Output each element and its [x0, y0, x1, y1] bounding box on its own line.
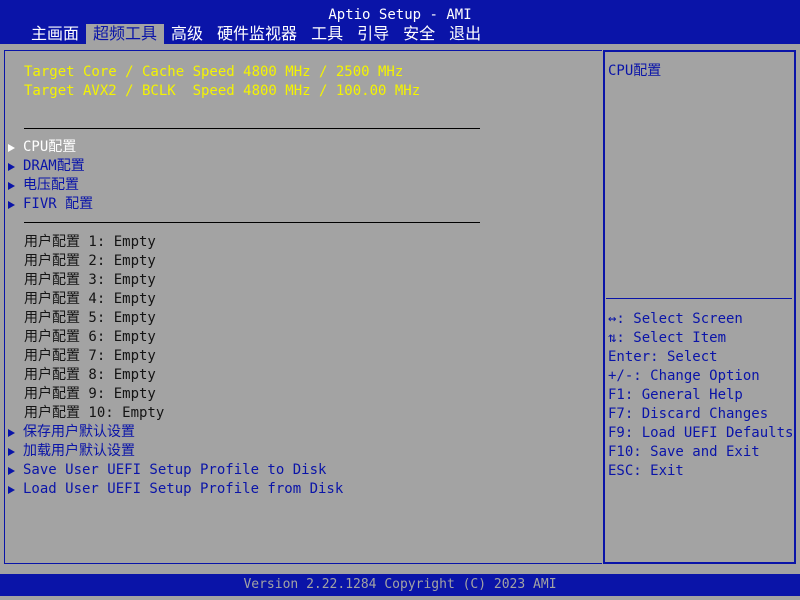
tab-security[interactable]: 安全 — [396, 24, 442, 44]
help-description: CPU配置 — [608, 63, 662, 79]
help-panel — [603, 50, 796, 564]
save-profile-to-disk[interactable]: Save User UEFI Setup Profile to Disk — [8, 461, 326, 480]
user-profile-3: 用户配置 3: Empty — [24, 272, 156, 288]
submenu-arrow-icon — [8, 181, 15, 190]
key-hint-enter: Enter: Select — [608, 349, 718, 365]
tab-advanced[interactable]: 高级 — [164, 24, 210, 44]
submenu-arrow-icon — [8, 162, 15, 171]
key-hint-select-item: ⇅: Select Item — [608, 330, 727, 346]
divider — [24, 222, 480, 223]
user-profile-4: 用户配置 4: Empty — [24, 291, 156, 307]
submenu-voltage-config[interactable]: 电压配置 — [8, 176, 79, 195]
submenu-arrow-icon — [8, 485, 15, 494]
user-profile-5: 用户配置 5: Empty — [24, 310, 156, 326]
user-profile-7: 用户配置 7: Empty — [24, 348, 156, 364]
tab-hardware-monitor[interactable]: 硬件监视器 — [210, 24, 304, 44]
tab-overclocking[interactable]: 超频工具 — [86, 24, 165, 44]
title-bar: Aptio Setup - AMI 主画面 超频工具 高级 硬件监视器 工具 引… — [0, 0, 800, 44]
key-hint-save-exit: F10: Save and Exit — [608, 444, 760, 460]
tab-tools[interactable]: 工具 — [304, 24, 350, 44]
submenu-dram-config[interactable]: DRAM配置 — [8, 157, 85, 176]
version-footer: Version 2.22.1284 Copyright (C) 2023 AMI — [0, 574, 800, 596]
key-hint-discard-changes: F7: Discard Changes — [608, 406, 769, 422]
submenu-label: DRAM配置 — [23, 158, 85, 174]
save-user-defaults[interactable]: 保存用户默认设置 — [8, 423, 135, 442]
submenu-arrow-icon — [8, 447, 15, 456]
key-hint-exit: ESC: Exit — [608, 463, 684, 479]
load-user-defaults[interactable]: 加载用户默认设置 — [8, 442, 135, 461]
submenu-label: 电压配置 — [23, 177, 79, 193]
user-profile-10: 用户配置 10: Empty — [24, 405, 165, 421]
submenu-arrow-icon — [8, 428, 15, 437]
tab-exit[interactable]: 退出 — [442, 24, 488, 44]
tab-main[interactable]: 主画面 — [24, 24, 86, 44]
app-title: Aptio Setup - AMI — [328, 7, 472, 23]
user-profile-6: 用户配置 6: Empty — [24, 329, 156, 345]
submenu-arrow-icon — [8, 143, 15, 152]
key-hint-change-option: +/-: Change Option — [608, 368, 760, 384]
action-label: 加载用户默认设置 — [23, 443, 135, 459]
action-label: Save User UEFI Setup Profile to Disk — [23, 462, 327, 478]
target-avx2-bclk-speed: Target AVX2 / BCLK Speed 4800 MHz / 100.… — [24, 83, 421, 99]
menu-tabs: 主画面 超频工具 高级 硬件监视器 工具 引导 安全 退出 — [24, 24, 488, 44]
divider — [24, 128, 480, 129]
action-label: Load User UEFI Setup Profile from Disk — [23, 481, 344, 497]
key-hint-load-defaults: F9: Load UEFI Defaults — [608, 425, 794, 441]
submenu-label: CPU配置 — [23, 139, 77, 155]
submenu-fivr-config[interactable]: FIVR 配置 — [8, 195, 93, 214]
key-hint-general-help: F1: General Help — [608, 387, 743, 403]
help-divider — [606, 298, 792, 299]
submenu-cpu-config[interactable]: CPU配置 — [8, 138, 76, 157]
action-label: 保存用户默认设置 — [23, 424, 135, 440]
load-profile-from-disk[interactable]: Load User UEFI Setup Profile from Disk — [8, 480, 343, 499]
submenu-arrow-icon — [8, 200, 15, 209]
key-hint-select-screen: ↔: Select Screen — [608, 311, 743, 327]
tab-boot[interactable]: 引导 — [350, 24, 396, 44]
user-profile-2: 用户配置 2: Empty — [24, 253, 156, 269]
user-profile-8: 用户配置 8: Empty — [24, 367, 156, 383]
submenu-label: FIVR 配置 — [23, 196, 94, 212]
user-profile-9: 用户配置 9: Empty — [24, 386, 156, 402]
target-core-cache-speed: Target Core / Cache Speed 4800 MHz / 250… — [24, 64, 404, 80]
user-profile-1: 用户配置 1: Empty — [24, 234, 156, 250]
submenu-arrow-icon — [8, 466, 15, 475]
